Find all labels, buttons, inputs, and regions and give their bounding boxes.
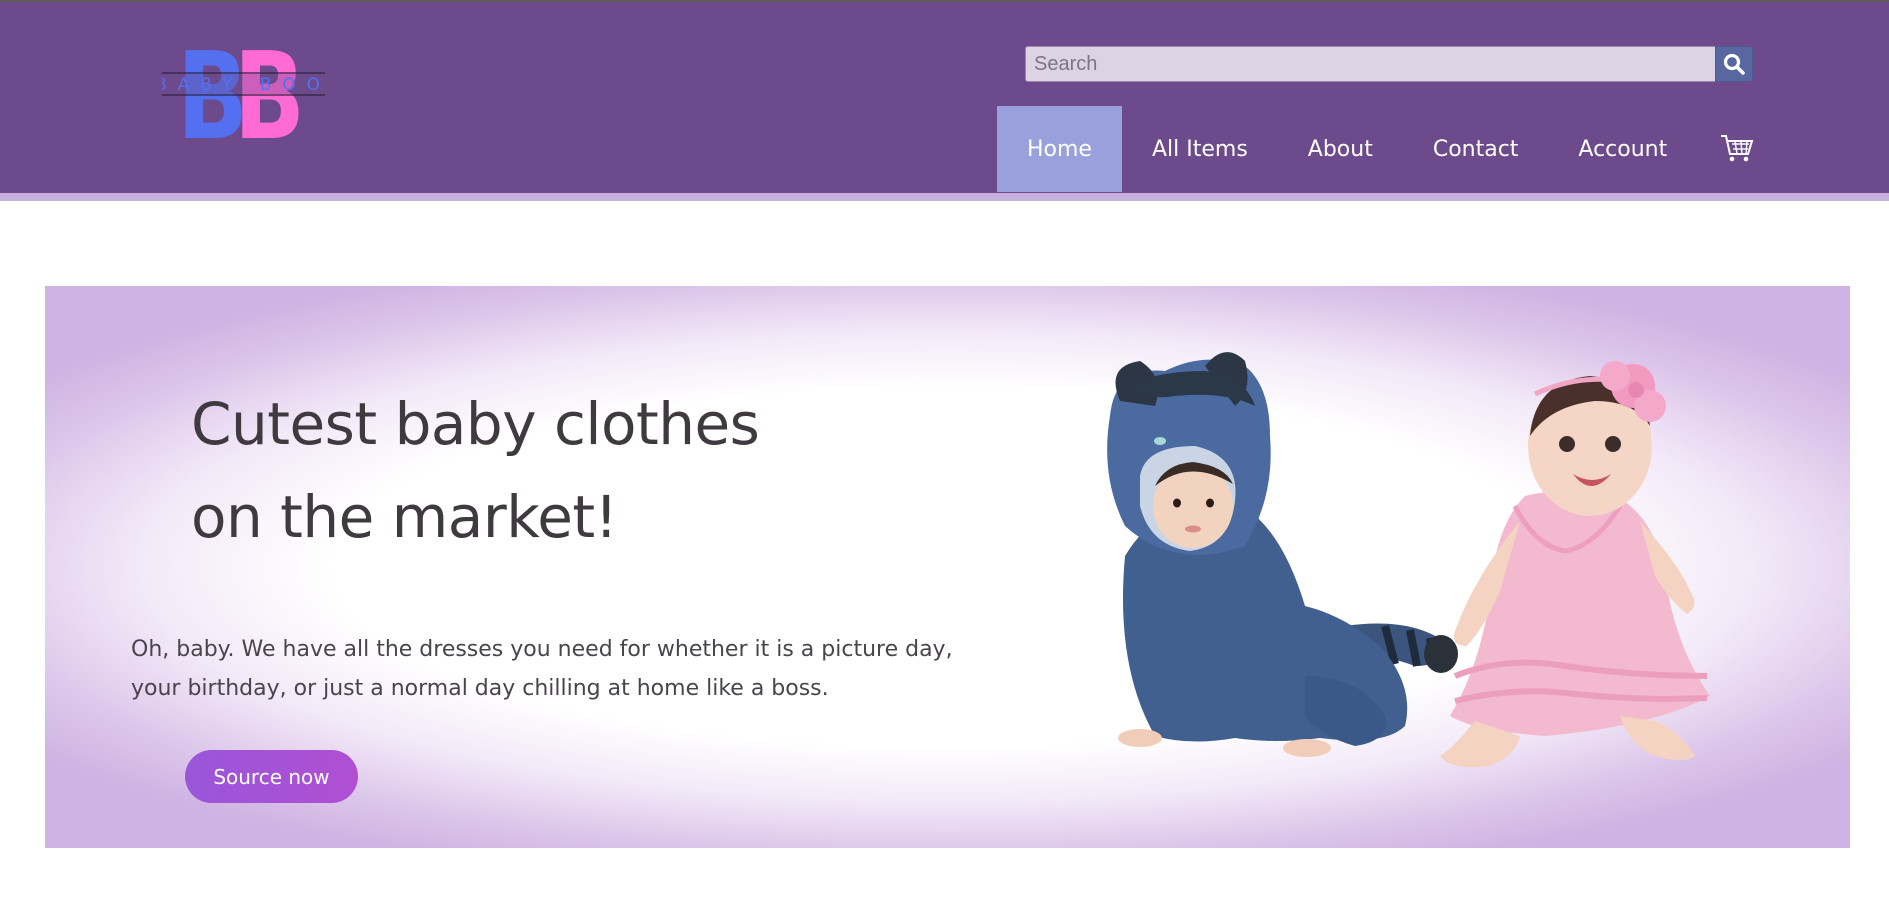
hero-title-line-1: Cutest baby clothes bbox=[191, 390, 760, 458]
baby-pink-dress bbox=[1440, 361, 1710, 768]
nav-about[interactable]: About bbox=[1278, 106, 1403, 192]
search-bar bbox=[1025, 46, 1753, 82]
babies-photo bbox=[1107, 352, 1710, 768]
nav-all-items[interactable]: All Items bbox=[1122, 106, 1278, 192]
nav-home[interactable]: Home bbox=[997, 106, 1122, 192]
main-nav: Home All Items About Contact Account bbox=[997, 106, 1777, 192]
hero-title-line-2: on the market! bbox=[191, 483, 618, 551]
nav-contact[interactable]: Contact bbox=[1403, 106, 1549, 192]
baby-blue-costume bbox=[1107, 352, 1458, 757]
hero-banner: Cutest baby clothes on the market! Oh, b… bbox=[45, 286, 1850, 848]
nav-account[interactable]: Account bbox=[1548, 106, 1697, 192]
hero-description-line-2: your birthday, or just a normal day chil… bbox=[131, 676, 829, 701]
header-divider bbox=[0, 193, 1889, 201]
search-button[interactable] bbox=[1715, 46, 1753, 82]
source-now-button[interactable]: Source now bbox=[185, 750, 358, 803]
brand-logo[interactable]: B B BABY BOO bbox=[162, 35, 325, 143]
search-input[interactable] bbox=[1025, 46, 1717, 82]
logo-wordmark: BABY BOO bbox=[162, 75, 325, 95]
shopping-cart-icon bbox=[1721, 135, 1754, 162]
hero-description: Oh, baby. We have all the dresses you ne… bbox=[131, 630, 991, 708]
hero-title: Cutest baby clothes on the market! bbox=[191, 378, 951, 564]
cart-button[interactable] bbox=[1697, 106, 1777, 192]
search-icon bbox=[1723, 53, 1745, 75]
site-header: B B BABY BOO Home All Items About Contac… bbox=[0, 0, 1889, 195]
hero-description-line-1: Oh, baby. We have all the dresses you ne… bbox=[131, 637, 953, 662]
